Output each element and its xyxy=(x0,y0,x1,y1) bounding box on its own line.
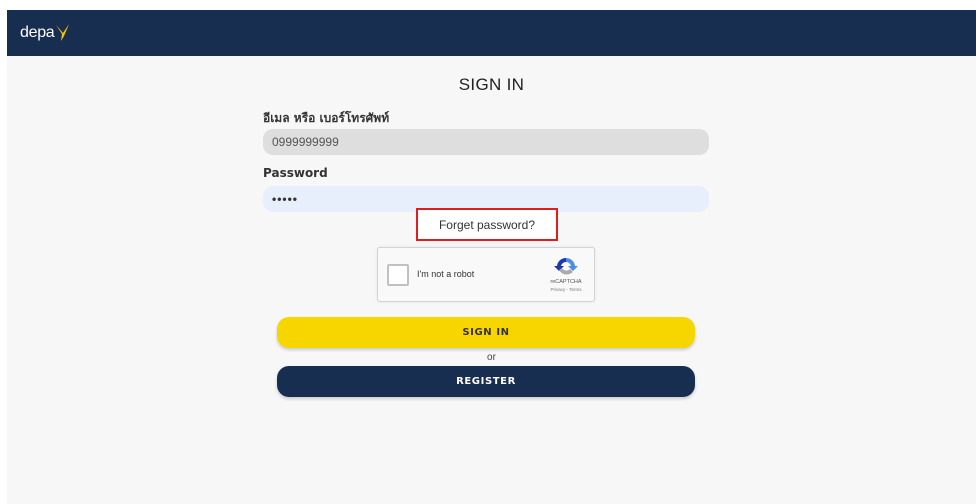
recaptcha-widget: I'm not a robot reCAPTCHA Privacy - Term… xyxy=(377,247,595,302)
recaptcha-icon xyxy=(554,257,578,275)
top-navbar: depa xyxy=(7,10,976,56)
logo-bird-icon xyxy=(56,24,70,41)
sign-in-button[interactable]: SIGN IN xyxy=(277,317,695,348)
recaptcha-brand: reCAPTCHA xyxy=(550,279,582,285)
forget-password-link[interactable]: Forget password? xyxy=(416,208,558,241)
register-button[interactable]: REGISTER xyxy=(277,366,695,397)
page-title: SIGN IN xyxy=(458,75,525,94)
email-field[interactable]: 0999999999 xyxy=(263,129,709,155)
depa-logo[interactable]: depa xyxy=(20,24,71,42)
recaptcha-label: I'm not a robot xyxy=(417,269,475,279)
recaptcha-terms-link[interactable]: Privacy - Terms xyxy=(541,287,591,292)
recaptcha-checkbox[interactable] xyxy=(387,264,409,286)
password-label: Password xyxy=(263,166,328,180)
logo-text: depa xyxy=(20,24,55,41)
email-label: อีเมล หรือ เบอร์โทรศัพท์ xyxy=(263,111,390,125)
page-frame: depa SIGN IN อีเมล หรือ เบอร์โทรศัพท์ 09… xyxy=(7,10,976,504)
or-divider-text: or xyxy=(487,352,496,363)
